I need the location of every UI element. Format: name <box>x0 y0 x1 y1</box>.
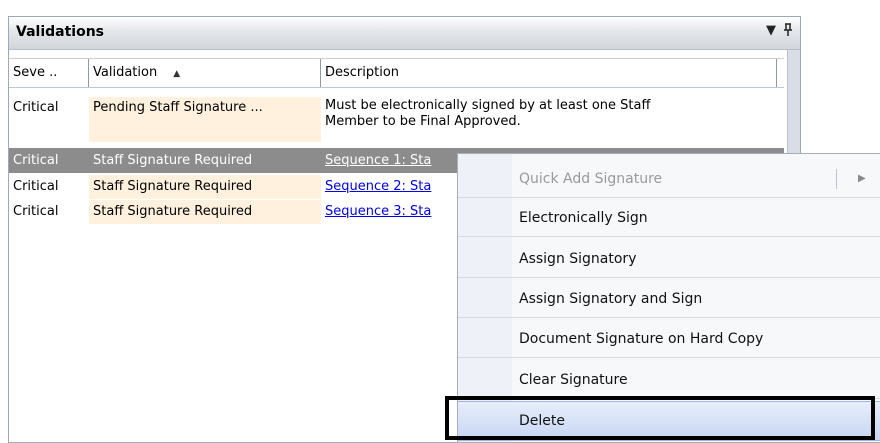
menu-item-assign-signatory-and-sign[interactable]: Assign Signatory and Sign <box>458 280 880 318</box>
dropdown-arrow-icon[interactable]: ▼ <box>766 23 776 38</box>
cell-severity: Critical <box>13 100 59 115</box>
grid-header: Seve .. Validation ▲ Description <box>9 58 784 88</box>
column-header-severity[interactable]: Seve .. <box>9 59 89 87</box>
context-menu: Quick Add Signature ▶ Electronically Sig… <box>457 153 880 443</box>
cell-description: Must be electronically signed by at leas… <box>325 98 651 129</box>
cell-validation: Staff Signature Required <box>89 175 321 199</box>
column-header-description[interactable]: Description <box>321 59 777 87</box>
table-row[interactable]: Critical Pending Staff Signature ... Mus… <box>9 97 784 142</box>
cell-description: Sequence 2: Sta <box>321 175 459 199</box>
cell-validation: Staff Signature Required <box>89 200 321 224</box>
description-link[interactable]: Sequence 2: Sta <box>325 179 431 194</box>
cell-description: Sequence 1: Sta <box>321 148 459 173</box>
pin-icon[interactable] <box>783 23 793 40</box>
panel-titlebar: Validations ▼ <box>9 17 800 50</box>
menu-item-delete[interactable]: Delete <box>458 401 880 441</box>
submenu-arrow-icon: ▶ <box>858 173 866 184</box>
description-link[interactable]: Sequence 3: Sta <box>325 204 431 219</box>
column-header-validation[interactable]: Validation ▲ <box>89 59 321 87</box>
menu-item-assign-signatory[interactable]: Assign Signatory <box>458 240 880 278</box>
menu-item-electronically-sign[interactable]: Electronically Sign <box>458 199 880 237</box>
panel-title: Validations <box>16 24 104 40</box>
cell-severity: Critical <box>13 179 59 194</box>
sort-ascending-icon: ▲ <box>173 69 181 79</box>
cell-validation: Pending Staff Signature ... <box>89 97 321 142</box>
cell-validation: Staff Signature Required <box>93 153 253 168</box>
cell-severity: Critical <box>13 204 59 219</box>
cell-description: Sequence 3: Sta <box>321 200 459 224</box>
menu-item-document-signature-hard-copy[interactable]: Document Signature on Hard Copy <box>458 320 880 358</box>
menu-item-clear-signature[interactable]: Clear Signature <box>458 361 880 399</box>
cell-severity: Critical <box>13 153 59 168</box>
menu-item-quick-add-signature[interactable]: Quick Add Signature ▶ <box>458 160 880 198</box>
submenu-separator <box>836 169 837 189</box>
description-link[interactable]: Sequence 1: Sta <box>325 153 431 168</box>
